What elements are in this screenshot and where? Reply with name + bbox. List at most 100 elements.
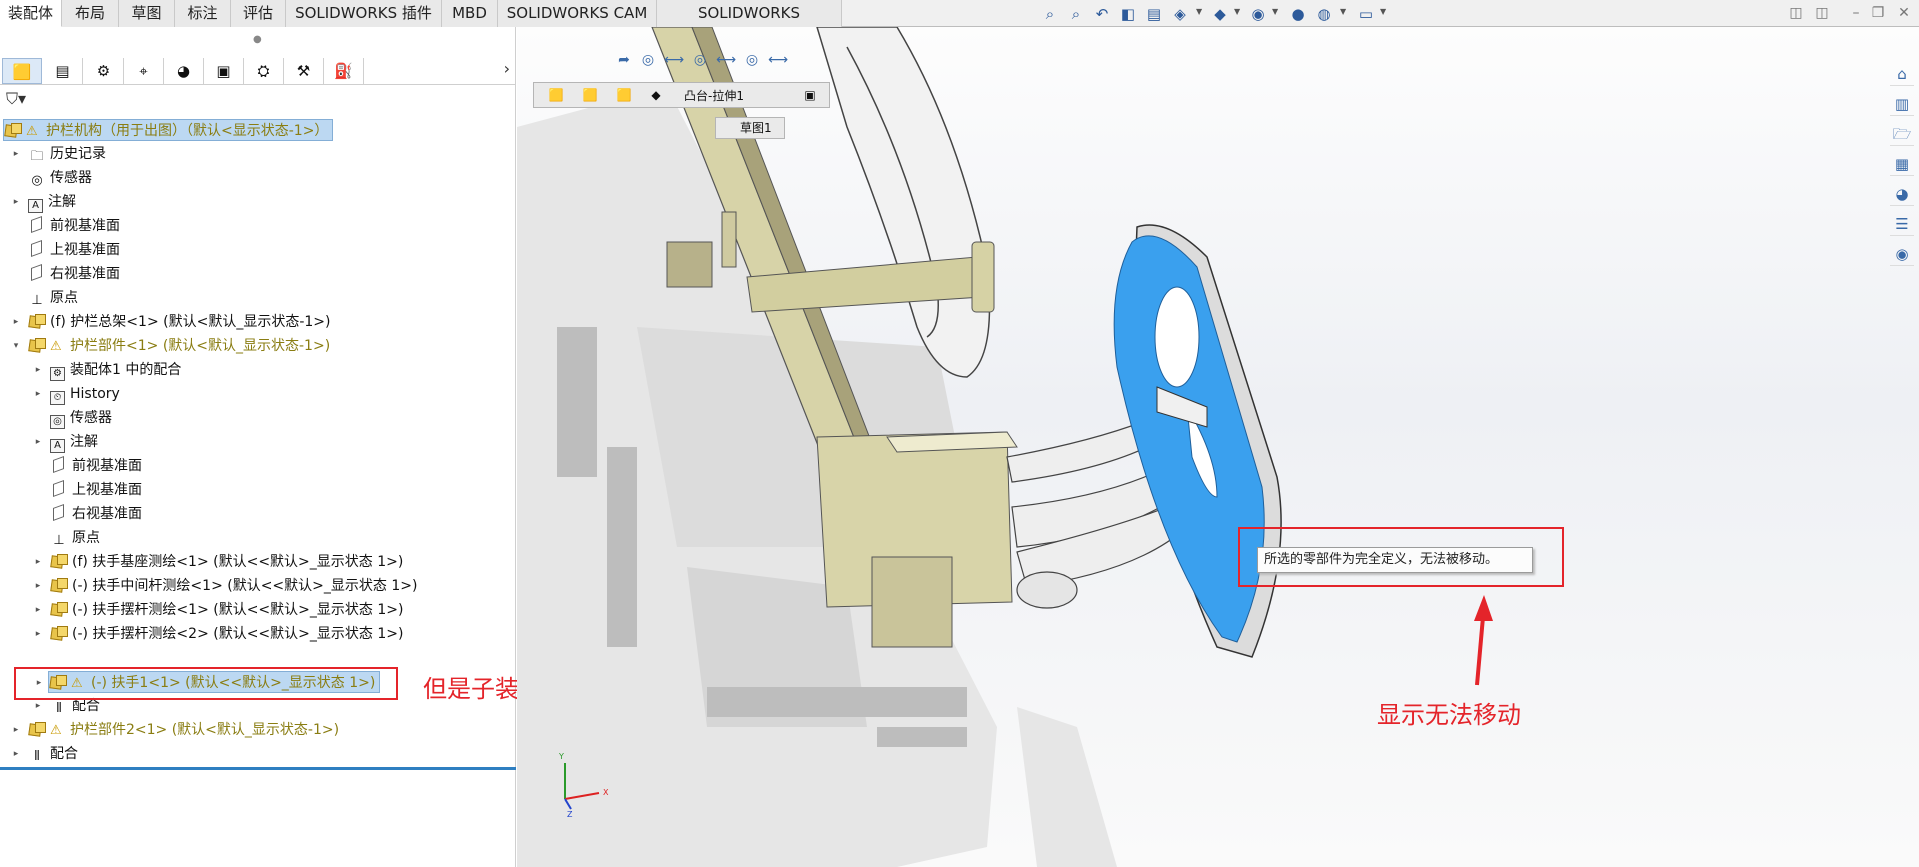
assembly-crumb-icon[interactable]: 🟨: [548, 87, 564, 103]
expand-icon[interactable]: ▸: [32, 431, 44, 453]
tile-left-icon[interactable]: ◫: [1786, 5, 1806, 21]
tree-root[interactable]: ⚠ 护栏机构（用于出图）（默认<显示状态-1>）: [3, 119, 334, 141]
expand-icon[interactable]: ▸: [10, 311, 22, 333]
tree-item-rail-part[interactable]: ▾ ⚠ 护栏部件<1> (默认<默认_显示状态-1>): [14, 335, 330, 357]
tree-item-sub-right-plane[interactable]: 右视基准面: [50, 503, 142, 525]
view-orientation-icon[interactable]: ◈: [1170, 5, 1190, 23]
expand-icon[interactable]: ▸: [32, 623, 44, 645]
zoom-area-icon[interactable]: ⌕: [1066, 5, 1086, 23]
mate-concentric-icon[interactable]: ◎: [689, 49, 711, 71]
tree-item-sensors[interactable]: ◎ 传感器: [28, 167, 92, 189]
tab-addins[interactable]: SOLIDWORKS 插件: [286, 0, 442, 27]
tree-item-right-plane[interactable]: 右视基准面: [28, 263, 120, 285]
expand-icon[interactable]: ▸: [10, 743, 22, 765]
zoom-fit-icon[interactable]: ⌕: [1040, 5, 1060, 23]
tree-item-sub-front-plane[interactable]: 前视基准面: [50, 455, 142, 477]
edit-appearance-icon[interactable]: ●: [1288, 5, 1308, 23]
warning-icon: ⚠: [50, 723, 62, 738]
tree-item-sub-sensors[interactable]: ◎ 传感器: [50, 407, 112, 429]
breadcrumb-sketch[interactable]: 草图1: [715, 117, 785, 139]
panel-splitter-handle[interactable]: ●: [253, 34, 262, 45]
tree-item-top-plane[interactable]: 上视基准面: [28, 239, 120, 261]
tree-item-sub-origin[interactable]: ⊥ 原点: [50, 527, 100, 549]
sketch-crumb-icon[interactable]: ▣: [802, 87, 818, 103]
mate-distance-icon[interactable]: ⟷: [663, 49, 685, 71]
propertymanager-tab-icon[interactable]: ▤: [43, 58, 83, 84]
tab-mbd[interactable]: MBD: [442, 0, 498, 27]
tab-cam[interactable]: SOLIDWORKS CAM: [498, 0, 657, 27]
featuremanager-tab-icon[interactable]: 🟨: [2, 58, 42, 84]
view-settings-icon[interactable]: ▭: [1356, 5, 1376, 23]
appearances-icon[interactable]: ◕: [1890, 182, 1914, 206]
tree-item-front-plane[interactable]: 前视基准面: [28, 215, 120, 237]
graphics-viewport[interactable]: ➦ ◎ ⟷ ◎ ⟷ ◎ ⟷ 🟨 🟨 🟨 ◆ 凸台-拉伸1 ▣ 草图1 所选的零部…: [517, 27, 1919, 867]
tree-item-mates[interactable]: ▸ ⫴ 配合: [14, 743, 78, 765]
expand-icon[interactable]: ▸: [32, 359, 44, 381]
mate-concentric-icon[interactable]: ◎: [741, 49, 763, 71]
tab-evaluate[interactable]: 评估: [231, 0, 286, 27]
sensor-icon: ◎: [31, 173, 43, 188]
tree-item-sub-history[interactable]: ▸ ⏲ History: [36, 383, 120, 405]
tile-right-icon[interactable]: ◫: [1812, 5, 1832, 21]
expand-icon[interactable]: ▸: [32, 551, 44, 573]
tab-layout[interactable]: 布局: [62, 0, 119, 27]
hide-show-icon[interactable]: ◉: [1248, 5, 1268, 23]
tab-dimension[interactable]: 标注: [175, 0, 231, 27]
tree-item-armrest-swing-1[interactable]: ▸ (-) 扶手摆杆测绘<1> (默认<<默认>_显示状态 1>): [36, 599, 403, 621]
displaymanager-tab-icon[interactable]: ◕: [164, 58, 204, 84]
close-button[interactable]: ✕: [1894, 5, 1914, 21]
restore-button[interactable]: ❐: [1868, 5, 1888, 21]
home-icon[interactable]: ⌂: [1890, 62, 1914, 86]
expand-icon[interactable]: ▸: [10, 719, 22, 741]
feature-arrow-icon[interactable]: ➦: [613, 49, 635, 71]
section-view-icon[interactable]: ◧: [1118, 5, 1138, 23]
cam-operation-tab-icon[interactable]: ⛭: [244, 58, 284, 84]
tab-assembly[interactable]: 装配体: [0, 0, 62, 27]
subassembly-crumb-icon[interactable]: 🟨: [616, 87, 632, 103]
dimxpert-tab-icon[interactable]: ⌖: [124, 58, 164, 84]
minimize-button[interactable]: –: [1846, 5, 1866, 21]
tree-item-mates-in-asm1[interactable]: ▸ ⚙ 装配体1 中的配合: [36, 359, 181, 381]
part-crumb-icon[interactable]: ◆: [648, 87, 664, 103]
tree-item-frame[interactable]: ▸ (f) 护栏总架<1> (默认<默认_显示状态-1>): [14, 311, 330, 333]
tab-sketch[interactable]: 草图: [119, 0, 175, 27]
cam-feature-tab-icon[interactable]: ▣: [204, 58, 244, 84]
tree-item-annotations[interactable]: ▸ A 注解: [14, 191, 76, 213]
mate-distance-icon[interactable]: ⟷: [767, 49, 789, 71]
assembly-crumb-icon[interactable]: 🟨: [582, 87, 598, 103]
mate-distance-icon[interactable]: ⟷: [715, 49, 737, 71]
tree-item-sub-annotations[interactable]: ▸ A 注解: [36, 431, 98, 453]
solidworks-resources-icon[interactable]: ◉: [1890, 242, 1914, 266]
dynamic-annotation-icon[interactable]: ▤: [1144, 5, 1164, 23]
design-library-icon[interactable]: ▥: [1890, 92, 1914, 116]
expand-icon[interactable]: ▸: [10, 143, 22, 165]
tab-inspection[interactable]: SOLIDWORKS Inspection: [657, 0, 842, 49]
cam-tools-tab-icon[interactable]: ⚒: [284, 58, 324, 84]
tree-item-armrest-base[interactable]: ▸ (f) 扶手基座测绘<1> (默认<<默认>_显示状态 1>): [36, 551, 403, 573]
file-explorer-icon[interactable]: 🗁: [1890, 122, 1914, 146]
chevron-right-icon[interactable]: ›: [504, 59, 510, 78]
expand-icon[interactable]: ▸: [32, 599, 44, 621]
breadcrumb-feature[interactable]: 凸台-拉伸1: [684, 87, 744, 104]
expand-icon[interactable]: ▸: [32, 575, 44, 597]
collapse-icon[interactable]: ▾: [10, 335, 22, 357]
cam-process-tab-icon[interactable]: ⛽: [324, 58, 364, 84]
filter-icon[interactable]: ⛉▾: [6, 89, 26, 109]
apply-scene-icon[interactable]: ◍: [1314, 5, 1334, 23]
mate-concentric-icon[interactable]: ◎: [637, 49, 659, 71]
tree-item-origin[interactable]: ⊥ 原点: [28, 287, 78, 309]
custom-properties-icon[interactable]: ☰: [1890, 212, 1914, 236]
tree-item-armrest-mid-rod[interactable]: ▸ (-) 扶手中间杆测绘<1> (默认<<默认>_显示状态 1>): [36, 575, 417, 597]
tree-item-history[interactable]: ▸ 🗀 历史记录: [14, 143, 106, 165]
assembly-model-view[interactable]: [517, 27, 1919, 867]
view-palette-icon[interactable]: ▦: [1890, 152, 1914, 176]
configurationmanager-tab-icon[interactable]: ⚙: [84, 58, 124, 84]
display-style-icon[interactable]: ◆: [1210, 5, 1230, 23]
expand-icon[interactable]: ▸: [32, 383, 44, 405]
expand-icon[interactable]: ▸: [10, 191, 22, 213]
tree-item-armrest-swing-2[interactable]: ▸ (-) 扶手摆杆测绘<2> (默认<<默认>_显示状态 1>): [36, 623, 403, 645]
tree-item-rail-part2[interactable]: ▸ ⚠ 护栏部件2<1> (默认<默认_显示状态-1>): [14, 719, 339, 741]
previous-view-icon[interactable]: ↶: [1092, 5, 1112, 23]
tree-item-sub-top-plane[interactable]: 上视基准面: [50, 479, 142, 501]
command-manager-tabs: 装配体 布局 草图 标注 评估 SOLIDWORKS 插件 MBD SOLIDW…: [0, 0, 1919, 49]
